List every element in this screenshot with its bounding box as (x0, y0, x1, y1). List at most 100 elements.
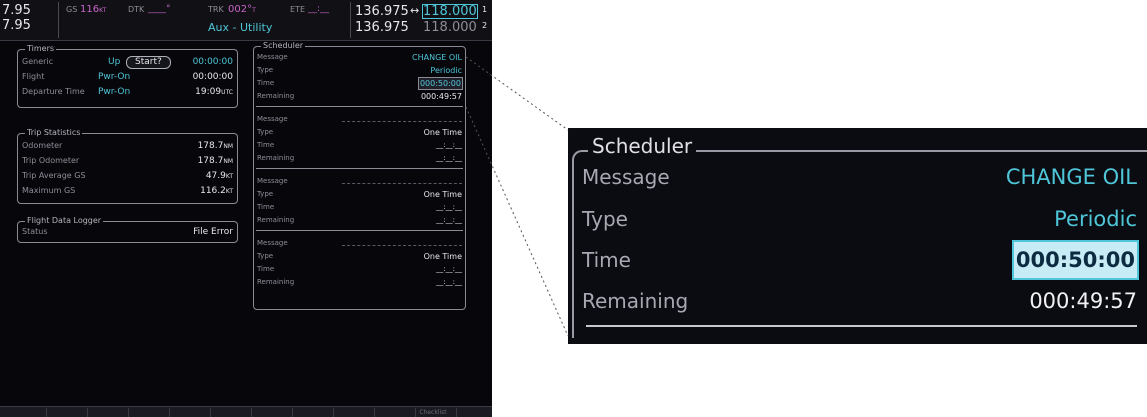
type-label: Type (257, 128, 274, 136)
scheduler-remaining-value: 000:49:57 (420, 92, 462, 101)
timer-label: Flight (22, 72, 45, 81)
trip-stat-label: Odometer (22, 141, 63, 150)
type-label: Type (257, 66, 274, 74)
page-title: Aux - Utility (208, 21, 273, 34)
zoom-remaining-row: Remaining 000:49:57 (582, 283, 1137, 319)
scheduler-remaining-row: Remaining __:__:__ (257, 215, 462, 226)
scheduler-time-row: Time 000:50:00 (257, 77, 464, 90)
softkey[interactable] (246, 408, 293, 417)
divider (350, 2, 351, 38)
message-label: Message (257, 115, 288, 123)
message-label: Message (257, 177, 288, 185)
timer-mode[interactable]: Pwr-On (98, 71, 130, 83)
message-label: Message (257, 53, 288, 61)
scheduler-time-value[interactable]: __:__:__ (436, 202, 462, 213)
timers-title: Timers (25, 44, 57, 54)
zoom-message-row: Message CHANGE OIL (582, 159, 1137, 195)
scheduler-type-row: Type One Time (257, 189, 462, 200)
com-active-frequency-2: 136.975 (355, 20, 409, 35)
zoom-divider (586, 325, 1137, 327)
gs-value: 116KT (80, 4, 107, 15)
timer-direction[interactable]: Up (108, 56, 120, 68)
com-active-frequency-1: 136.975 (355, 4, 409, 19)
scheduler-type-value[interactable]: One Time (424, 127, 462, 138)
scheduler-type-value[interactable]: One Time (424, 189, 462, 200)
divider (256, 106, 463, 107)
timer-label: Generic (22, 57, 54, 66)
dtk-label: DTK (128, 5, 145, 14)
scheduler-message-row: Message CHANGE OIL (257, 52, 462, 63)
logger-status-row: Status File Error (22, 226, 233, 238)
scheduler-title: Scheduler (261, 41, 306, 51)
scheduler-time-value[interactable]: __:__:__ (436, 140, 462, 151)
type-label: Type (257, 190, 274, 198)
timer-value: 19:09UTC (195, 87, 233, 97)
zoom-message-label: Message (582, 165, 670, 189)
time-label: Time (257, 79, 275, 87)
softkey[interactable] (164, 408, 211, 417)
time-label: Time (257, 141, 275, 149)
softkey[interactable] (41, 408, 88, 417)
zoom-time-row: Time 000:50:00 (582, 240, 1140, 280)
scheduler-message-value[interactable] (342, 114, 462, 125)
timer-row-departure: Departure Time Pwr-On 19:09UTC (22, 86, 233, 98)
timer-row-generic: Generic Up Start? 00:00:00 (22, 56, 233, 69)
logger-status-value: File Error (193, 227, 233, 237)
scheduler-message-value[interactable] (342, 176, 462, 187)
timer-start-button[interactable]: Start? (126, 56, 171, 69)
trip-stat-value: 116.2KT (200, 186, 233, 196)
nav-frequency-1: 7.95 (2, 3, 31, 18)
trip-stat-label: Trip Odometer (22, 156, 80, 165)
zoom-time-label: Time (582, 248, 631, 272)
softkey[interactable] (123, 408, 170, 417)
gs-label: GS (66, 5, 78, 14)
timer-row-flight: Flight Pwr-On 00:00:00 (22, 71, 233, 83)
timer-value: 00:00:00 (192, 72, 233, 82)
scheduler-type-row: Type Periodic (257, 65, 462, 76)
ete-value: __:__ (308, 4, 330, 14)
zoom-type-label: Type (582, 207, 628, 231)
softkey[interactable] (0, 408, 47, 417)
softkey[interactable] (451, 408, 492, 417)
scheduler-type-row: Type One Time (257, 127, 462, 138)
scheduler-type-value[interactable]: One Time (424, 251, 462, 262)
softkey-checklist[interactable]: Checklist (410, 408, 457, 417)
time-label: Time (257, 265, 275, 273)
message-label: Message (257, 239, 288, 247)
scheduler-remaining-value: __:__:__ (436, 216, 462, 224)
softkey[interactable] (369, 408, 416, 417)
empty-message-placeholder (342, 239, 462, 246)
scheduler-message-row: Message (257, 176, 462, 187)
softkey[interactable] (82, 408, 129, 417)
trip-stat-row: Trip Odometer 178.7NM (22, 155, 233, 167)
scheduler-type-value[interactable]: Periodic (430, 65, 462, 76)
com-standby-frequency-1[interactable]: 118.000 (422, 4, 478, 19)
softkey[interactable] (287, 408, 334, 417)
zoom-message-value[interactable]: CHANGE OIL (1006, 159, 1137, 195)
divider (256, 230, 463, 231)
timer-label: Departure Time (22, 87, 85, 96)
scheduler-message-value[interactable] (342, 238, 462, 249)
dtk-value: ____° (148, 4, 171, 14)
ete-label: ETE (290, 5, 305, 14)
softkey[interactable] (205, 408, 252, 417)
com-transfer-arrow: ↔ (410, 4, 420, 17)
softkey-bar: Checklist (0, 406, 492, 417)
zoom-type-value[interactable]: Periodic (1054, 201, 1137, 237)
scheduler-zoom-callout: Scheduler Message CHANGE OIL Type Period… (568, 128, 1147, 344)
softkey[interactable] (328, 408, 375, 417)
zoom-time-value[interactable]: 000:50:00 (1011, 240, 1140, 280)
empty-message-placeholder (342, 115, 462, 122)
top-status-bar: 7.95 7.95 GS 116KT DTK ____° TRK 002°T E… (0, 0, 492, 41)
remaining-label: Remaining (257, 154, 295, 162)
mfd-screen: 7.95 7.95 GS 116KT DTK ____° TRK 002°T E… (0, 0, 492, 417)
scheduler-time-row: Time __:__:__ (257, 202, 462, 213)
scheduler-message-value[interactable]: CHANGE OIL (412, 52, 462, 63)
scheduler-time-value[interactable]: 000:50:00 (417, 77, 464, 90)
trip-stat-row: Odometer 178.7NM (22, 140, 233, 152)
flight-data-logger-title: Flight Data Logger (25, 216, 104, 226)
flight-data-logger-group: Flight Data Logger Status File Error (17, 216, 238, 243)
scheduler-time-value[interactable]: __:__:__ (436, 264, 462, 275)
timer-mode[interactable]: Pwr-On (98, 86, 130, 98)
scheduler-remaining-value: __:__:__ (436, 278, 462, 286)
